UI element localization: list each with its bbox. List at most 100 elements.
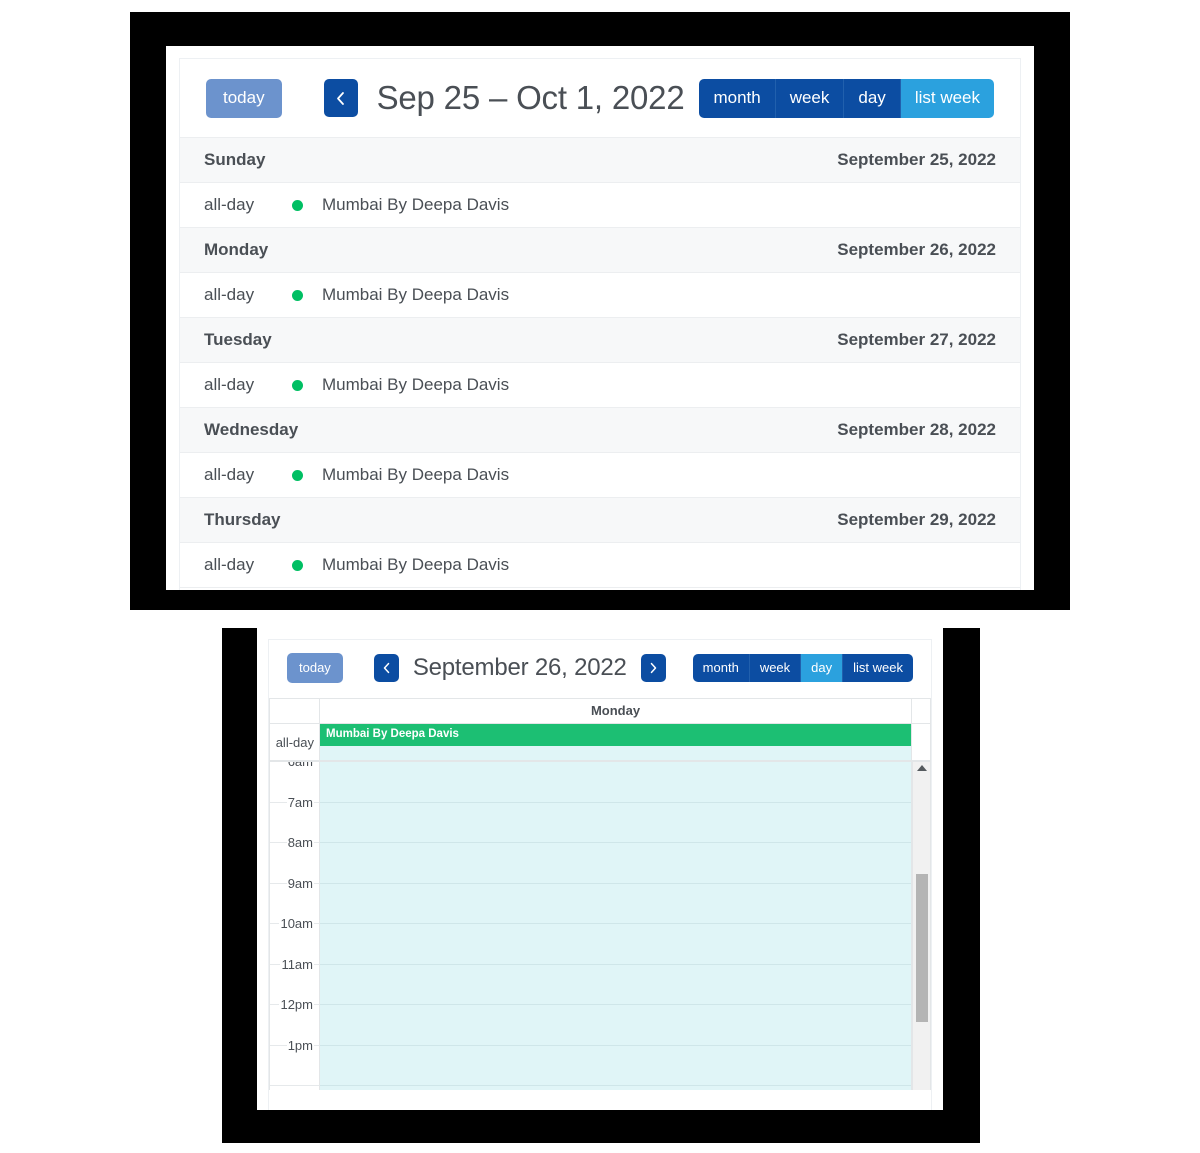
top-calendar-title: Sep 25 – Oct 1, 2022: [376, 79, 685, 116]
time-slot-row[interactable]: [320, 762, 911, 803]
list-day-name: Monday: [204, 240, 269, 259]
top-view-switcher: month week day list week: [699, 78, 994, 118]
time-slot-text: 6am: [286, 762, 314, 769]
list-week-view: Sunday September 25, 2022 all-day Mumbai…: [180, 137, 1020, 588]
time-slot-text: 12pm: [279, 997, 314, 1012]
chevron-left-icon: [383, 662, 390, 674]
top-panel-card: today Sep 25 – Oct 1, 2022 month week da…: [166, 46, 1034, 590]
day-view-grid: Monday all-day Mumbai By Deepa Davis 6am: [269, 698, 931, 1090]
time-slot-text: 10am: [279, 916, 314, 931]
view-button-list-week[interactable]: list week: [843, 654, 913, 682]
day-grid-header: Monday: [270, 699, 930, 724]
list-item[interactable]: all-day Mumbai By Deepa Davis: [180, 363, 1020, 408]
scroll-up-arrow-icon[interactable]: [916, 765, 927, 771]
event-dot-icon: [292, 199, 303, 211]
list-day-date: September 27, 2022: [837, 330, 996, 349]
time-slot-row[interactable]: [320, 965, 911, 1005]
chevron-left-icon: [337, 91, 344, 105]
all-day-row: all-day Mumbai By Deepa Davis: [270, 724, 930, 762]
list-event-time: all-day: [204, 465, 255, 484]
list-day-date: September 26, 2022: [837, 240, 996, 259]
bottom-view-switcher: month week day list week: [692, 654, 913, 682]
event-dot-icon: [292, 379, 303, 391]
day-grid-scrollbar[interactable]: [912, 762, 930, 1090]
list-event-title: Mumbai By Deepa Davis: [322, 195, 510, 214]
list-event-time: all-day: [204, 285, 255, 304]
list-event-title: Mumbai By Deepa Davis: [322, 375, 510, 394]
list-day-header[interactable]: Monday September 26, 2022: [180, 228, 1020, 273]
view-button-month[interactable]: month: [692, 654, 750, 682]
all-day-event[interactable]: Mumbai By Deepa Davis: [320, 724, 911, 746]
list-day-name: Thursday: [204, 510, 281, 529]
list-event-title: Mumbai By Deepa Davis: [322, 285, 510, 304]
list-event-time: all-day: [204, 375, 255, 394]
list-event-time: all-day: [204, 195, 255, 214]
time-slot-text: 8am: [286, 835, 314, 850]
time-slot-label: 1pm: [270, 1037, 319, 1086]
day-grid-header-axis-cell: [270, 699, 320, 723]
list-day-date: September 28, 2022: [837, 420, 996, 439]
all-day-label: all-day: [270, 724, 320, 760]
list-event-time: all-day: [204, 555, 255, 574]
time-slot-text: 1pm: [286, 1037, 314, 1053]
time-slot-row[interactable]: [320, 884, 911, 924]
bottom-panel-frame: today September 26, 2022 month week day …: [222, 628, 980, 1143]
event-dot-icon: [292, 289, 303, 301]
list-day-date: September 29, 2022: [837, 510, 996, 529]
today-button[interactable]: today: [287, 653, 343, 683]
bottom-calendar-toolbar: today September 26, 2022 month week day …: [269, 640, 931, 696]
bottom-calendar-title: September 26, 2022: [412, 654, 627, 681]
time-axis: 6am 7am 8am 9am 10am 11am 12pm 1pm: [270, 762, 320, 1090]
view-button-week[interactable]: week: [749, 654, 802, 682]
list-day-header[interactable]: Tuesday September 27, 2022: [180, 318, 1020, 363]
event-dot-icon: [292, 559, 303, 571]
today-button[interactable]: today: [206, 78, 282, 118]
list-item[interactable]: all-day Mumbai By Deepa Davis: [180, 273, 1020, 318]
top-calendar-container: today Sep 25 – Oct 1, 2022 month week da…: [179, 58, 1021, 590]
prev-period-button[interactable]: [323, 79, 358, 117]
bottom-calendar-container: today September 26, 2022 month week day …: [268, 639, 932, 1110]
time-slot-text: 9am: [286, 875, 314, 891]
list-day-header[interactable]: Sunday September 25, 2022: [180, 138, 1020, 183]
list-day-name: Sunday: [204, 150, 266, 169]
bottom-nav-group: September 26, 2022: [373, 654, 666, 682]
event-dot-icon: [292, 469, 303, 481]
top-panel-frame: today Sep 25 – Oct 1, 2022 month week da…: [130, 12, 1070, 610]
list-day-name: Wednesday: [204, 420, 299, 439]
top-nav-group: Sep 25 – Oct 1, 2022: [323, 79, 738, 117]
view-button-list-week[interactable]: list week: [900, 78, 994, 118]
list-day-date: September 25, 2022: [837, 150, 996, 169]
view-button-day[interactable]: day: [844, 78, 901, 118]
view-button-day[interactable]: day: [801, 654, 844, 682]
time-slot-text: 7am: [286, 794, 314, 810]
next-period-button[interactable]: [640, 654, 666, 682]
day-time-slots[interactable]: [320, 762, 912, 1090]
scrollbar-thumb[interactable]: [916, 874, 928, 1022]
time-slot-row[interactable]: [320, 924, 911, 965]
list-item[interactable]: all-day Mumbai By Deepa Davis: [180, 453, 1020, 498]
all-day-slot[interactable]: Mumbai By Deepa Davis: [320, 724, 912, 760]
view-button-month[interactable]: month: [699, 78, 776, 118]
time-slot-row[interactable]: [320, 1005, 911, 1046]
list-item[interactable]: all-day Mumbai By Deepa Davis: [180, 543, 1020, 588]
list-day-header[interactable]: Thursday September 29, 2022: [180, 498, 1020, 543]
day-grid-body: 6am 7am 8am 9am 10am 11am 12pm 1pm: [270, 762, 930, 1090]
time-slot-row[interactable]: [320, 1046, 911, 1086]
top-calendar-toolbar: today Sep 25 – Oct 1, 2022 month week da…: [180, 59, 1020, 137]
list-day-name: Tuesday: [204, 330, 272, 349]
day-column-header[interactable]: Monday: [320, 699, 912, 723]
prev-period-button[interactable]: [373, 654, 399, 682]
time-slot-row[interactable]: [320, 803, 911, 843]
list-event-title: Mumbai By Deepa Davis: [322, 555, 510, 574]
view-button-week[interactable]: week: [775, 78, 845, 118]
bottom-panel-card: today September 26, 2022 month week day …: [257, 628, 943, 1110]
page-root: today Sep 25 – Oct 1, 2022 month week da…: [0, 0, 1200, 1153]
time-slot-text: 11am: [280, 956, 314, 972]
time-slot-row[interactable]: [320, 843, 911, 884]
list-day-header[interactable]: Wednesday September 28, 2022: [180, 408, 1020, 453]
time-slot-label: [270, 1086, 319, 1090]
time-slot-row[interactable]: [320, 1086, 911, 1090]
day-grid-header-gutter: [912, 699, 930, 723]
list-item[interactable]: all-day Mumbai By Deepa Davis: [180, 183, 1020, 228]
list-event-title: Mumbai By Deepa Davis: [322, 465, 510, 484]
